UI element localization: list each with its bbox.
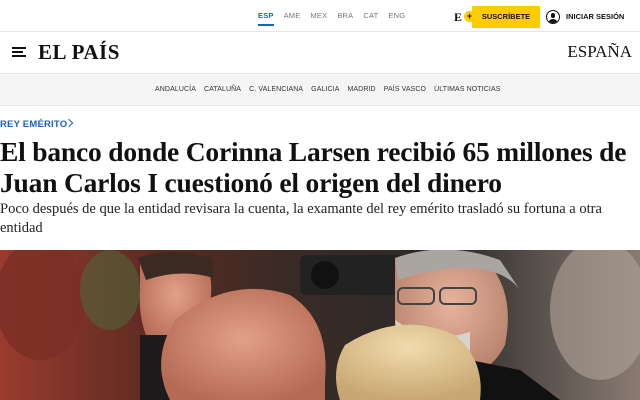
edition-bra[interactable]: BRA: [337, 11, 353, 26]
lead-photo: [0, 250, 640, 400]
menu-icon[interactable]: [12, 47, 26, 57]
nav-item-cataluna[interactable]: CATALUÑA: [204, 86, 241, 93]
e-plus-logo[interactable]: E: [454, 10, 462, 25]
section-region-title[interactable]: ESPAÑA: [567, 42, 632, 62]
article-subheadline: Poco después de que la entidad revisara …: [0, 201, 602, 236]
nav-item-pais-vasco[interactable]: PAÍS VASCO: [384, 86, 426, 93]
login-link[interactable]: INICIAR SESIÓN: [566, 12, 624, 21]
nav-item-andalucia[interactable]: ANDALUCÍA: [155, 86, 196, 93]
nav-item-c-valenciana[interactable]: C. VALENCIANA: [249, 86, 303, 93]
regional-nav: ANDALUCÍA CATALUÑA C. VALENCIANA GALICIA…: [0, 74, 640, 106]
nav-item-madrid[interactable]: MADRID: [347, 86, 375, 93]
article-kicker[interactable]: REY EMÉRITO: [0, 119, 67, 130]
site-logo[interactable]: EL PAÍS: [38, 40, 120, 65]
edition-mex[interactable]: MEX: [310, 11, 327, 26]
edition-selector: ESP AME MEX BRA CAT ENG: [258, 11, 415, 26]
edition-eng[interactable]: ENG: [388, 11, 405, 26]
subscribe-button[interactable]: SUSCRÍBETE: [472, 6, 540, 28]
article-headline: El banco donde Corinna Larsen recibió 65…: [0, 136, 627, 198]
edition-esp[interactable]: ESP: [258, 11, 274, 26]
user-icon[interactable]: [546, 10, 560, 24]
nav-item-galicia[interactable]: GALICIA: [311, 86, 339, 93]
editions-bar: ESP AME MEX BRA CAT ENG E + SUSCRÍBETE I…: [0, 0, 640, 32]
edition-cat[interactable]: CAT: [363, 11, 378, 26]
nav-item-ultimas-noticias[interactable]: ÚLTIMAS NOTICIAS: [434, 86, 500, 93]
edition-ame[interactable]: AME: [284, 11, 301, 26]
masthead: EL PAÍS ESPAÑA: [0, 32, 640, 74]
